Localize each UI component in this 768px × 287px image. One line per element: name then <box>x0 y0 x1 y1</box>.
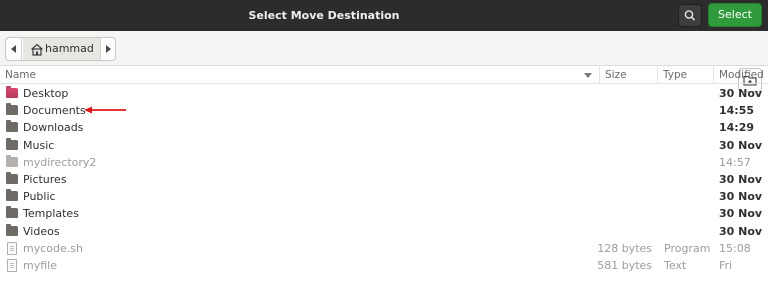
path-segment-home[interactable]: hammad <box>23 38 100 60</box>
dialog-title: Select Move Destination <box>248 9 400 22</box>
folder-icon <box>6 103 18 116</box>
file-name: mycode.sh <box>23 241 83 255</box>
file-name: Templates <box>23 207 79 221</box>
file-row-myfile[interactable]: myfile 581 bytes Text Fri <box>0 257 768 274</box>
folder-icon <box>6 171 18 184</box>
file-size: 128 bytes <box>597 241 652 255</box>
file-type: Program <box>664 241 711 255</box>
path-forward-button[interactable] <box>100 38 115 60</box>
file-name: Desktop <box>23 87 69 100</box>
select-button[interactable]: Select <box>708 3 762 27</box>
file-modified: 14:57 <box>719 155 751 169</box>
file-row-pictures[interactable]: Pictures 30 Nov <box>0 171 768 188</box>
file-modified: 30 Nov <box>719 87 763 100</box>
file-size: 581 bytes <box>597 258 652 272</box>
file-modified: 30 Nov <box>719 207 763 221</box>
file-row-music[interactable]: Music 30 Nov <box>0 137 768 154</box>
column-size-header[interactable]: Size <box>599 66 656 84</box>
file-row-downloads[interactable]: Downloads 14:29 <box>0 119 768 136</box>
file-name: Pictures <box>23 172 67 186</box>
sort-descending-icon <box>584 73 592 78</box>
file-row-templates[interactable]: Templates 30 Nov <box>0 205 768 222</box>
search-button[interactable] <box>678 4 702 27</box>
file-name: Public <box>23 190 56 204</box>
folder-icon <box>6 189 18 202</box>
desktop-folder-icon <box>6 86 18 98</box>
file-type: Text <box>664 258 687 272</box>
folder-icon <box>6 120 18 133</box>
file-name: Music <box>23 138 55 152</box>
path-bar: hammad <box>5 37 116 61</box>
column-name-header[interactable]: Name <box>0 66 598 84</box>
file-name: Documents <box>23 104 86 118</box>
folder-icon <box>6 223 18 236</box>
chevron-right-icon <box>106 45 111 53</box>
folder-icon <box>6 206 18 219</box>
file-icon <box>7 258 17 272</box>
file-row-desktop[interactable]: Desktop 30 Nov <box>0 85 768 102</box>
column-type-header[interactable]: Type <box>657 66 712 84</box>
file-name: Downloads <box>23 121 84 135</box>
file-modified: 15:08 <box>719 241 751 255</box>
file-name: Videos <box>23 224 60 238</box>
file-modified: 30 Nov <box>719 172 763 186</box>
file-name: mydirectory2 <box>23 155 97 169</box>
column-header: Name Size Type Modified <box>0 66 768 84</box>
file-modified: 14:55 <box>719 104 755 118</box>
folder-icon <box>6 154 18 167</box>
header-bar: Select Move Destination Select <box>0 0 768 31</box>
file-row-mycode-sh[interactable]: mycode.sh 128 bytes Program 15:08 <box>0 240 768 257</box>
search-icon <box>684 10 695 21</box>
column-modified-header[interactable]: Modified <box>713 66 768 84</box>
file-modified: 30 Nov <box>719 190 763 204</box>
file-modified: 30 Nov <box>719 224 763 238</box>
chevron-left-icon <box>11 45 16 53</box>
annotation-arrow <box>84 106 126 114</box>
file-modified: 14:29 <box>719 121 755 135</box>
file-icon <box>7 241 17 255</box>
path-segment-label: hammad <box>45 42 94 55</box>
file-modified: Fri <box>719 258 733 272</box>
folder-icon <box>6 137 18 150</box>
home-icon <box>31 43 43 56</box>
path-back-button[interactable] <box>6 38 22 60</box>
location-toolbar: hammad <box>0 31 768 92</box>
file-name: myfile <box>23 258 57 272</box>
file-row-videos[interactable]: Videos 30 Nov <box>0 223 768 240</box>
file-row-public[interactable]: Public 30 Nov <box>0 188 768 205</box>
file-row-mydirectory2[interactable]: mydirectory2 14:57 <box>0 154 768 171</box>
file-modified: 30 Nov <box>719 138 763 152</box>
